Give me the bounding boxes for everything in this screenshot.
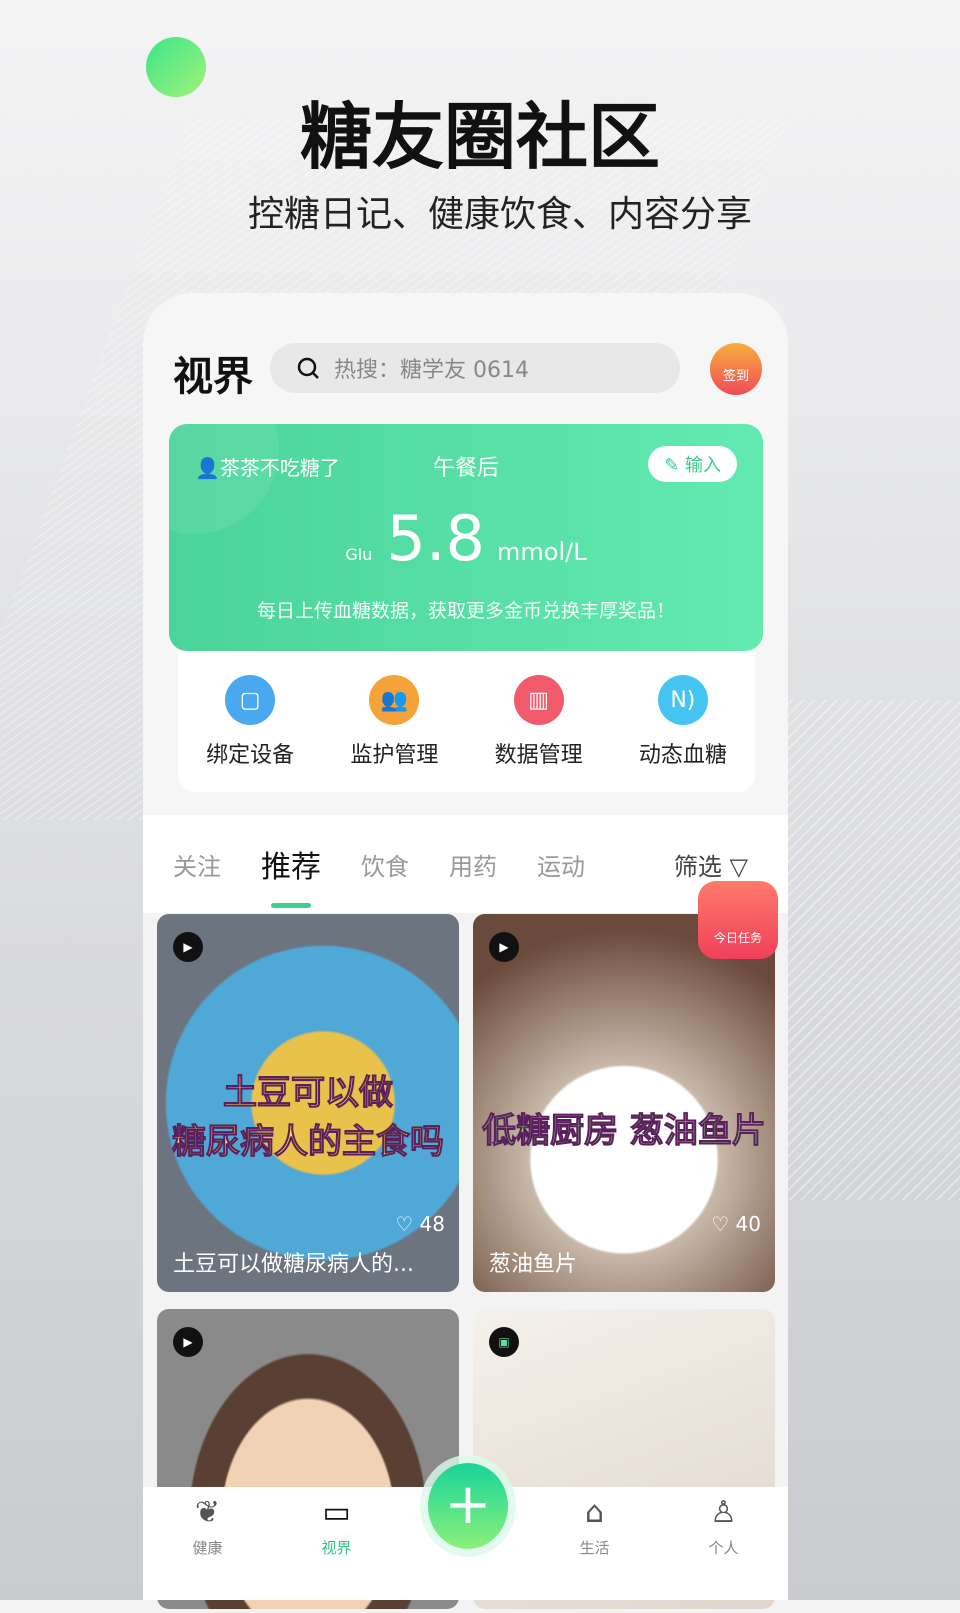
phone-screen: 视界 热搜：糖学友 0614 签到 👤茶茶不吃糖了 午餐后 ✎ 输入 Glu 5.… bbox=[143, 293, 788, 1613]
device-icon: ▢ bbox=[225, 675, 276, 725]
daily-task-button[interactable]: 今日任务 bbox=[698, 881, 778, 959]
plus-icon: + bbox=[444, 1472, 492, 1537]
user-icon: 👤 bbox=[195, 456, 220, 480]
pencil-icon: ✎ bbox=[664, 455, 685, 476]
image-icon: ▣ bbox=[489, 1327, 519, 1357]
heart-icon: ♡ bbox=[395, 1212, 420, 1236]
nav-health[interactable]: ❦ 健康 bbox=[158, 1495, 258, 1600]
nfc-icon: N) bbox=[657, 675, 708, 725]
shop-icon: ⌂ bbox=[584, 1495, 605, 1530]
like-value: 40 bbox=[735, 1212, 761, 1236]
heart-icon: ♡ bbox=[711, 1212, 736, 1236]
filter-label: 筛选 bbox=[673, 852, 722, 881]
quick-label: 动态血糖 bbox=[638, 743, 727, 768]
quick-data[interactable]: ▥ 数据管理 bbox=[474, 675, 604, 792]
users-icon: 👥 bbox=[369, 675, 420, 725]
sign-in-label: 签到 bbox=[722, 369, 749, 384]
add-post-button[interactable]: + bbox=[428, 1463, 508, 1549]
glu-drop-icon: Glu bbox=[345, 545, 373, 564]
nav-label: 个人 bbox=[708, 1539, 739, 1557]
glucose-card: 👤茶茶不吃糖了 午餐后 ✎ 输入 Glu 5.8 mmol/L 每日上传血糖数据，获… bbox=[169, 424, 763, 651]
input-label: 输入 bbox=[685, 455, 721, 476]
task-label: 今日任务 bbox=[713, 931, 762, 945]
tab-follow[interactable]: 关注 bbox=[173, 847, 221, 882]
quick-monitor[interactable]: 👥 监护管理 bbox=[329, 675, 459, 792]
quick-bind-device[interactable]: ▢ 绑定设备 bbox=[185, 675, 315, 792]
glucose-unit: mmol/L bbox=[497, 538, 587, 566]
promo-title: 糖友圈社区 bbox=[299, 95, 660, 179]
quick-label: 绑定设备 bbox=[206, 743, 295, 768]
quick-label: 监护管理 bbox=[350, 743, 439, 768]
filter-icon: ▽ bbox=[729, 852, 748, 881]
glucose-value: 5.8 bbox=[386, 502, 485, 575]
post-overlay-text: 土豆可以做 糖尿病人的主食吗 bbox=[172, 1073, 445, 1163]
user-name: 👤茶茶不吃糖了 bbox=[195, 452, 340, 481]
tab-recommend[interactable]: 推荐 bbox=[261, 842, 321, 908]
glucose-reading: Glu 5.8 mmol/L bbox=[169, 502, 763, 575]
quick-cgm[interactable]: N) 动态血糖 bbox=[618, 675, 748, 792]
filter-button[interactable]: 筛选 ▽ bbox=[674, 847, 748, 882]
post-caption: 葱油鱼片 bbox=[489, 1252, 578, 1277]
nav-label: 视界 bbox=[321, 1539, 352, 1557]
post-card[interactable]: ▶ 土豆可以做 糖尿病人的主食吗 ♡ 48 土豆可以做糖尿病人的... bbox=[157, 914, 459, 1292]
search-placeholder: 热搜：糖学友 0614 bbox=[334, 358, 529, 383]
feed-tabs: 关注 推荐 饮食 用药 运动 筛选 ▽ bbox=[143, 815, 788, 913]
nav-me[interactable]: ♙ 个人 bbox=[674, 1495, 774, 1600]
nav-life[interactable]: ⌂ 生活 bbox=[545, 1495, 645, 1600]
play-icon: ▶ bbox=[173, 1327, 203, 1357]
play-icon: ▶ bbox=[173, 932, 203, 962]
tab-diet[interactable]: 饮食 bbox=[361, 847, 409, 882]
like-value: 48 bbox=[419, 1212, 445, 1236]
tab-medicine[interactable]: 用药 bbox=[449, 847, 497, 882]
nav-vision[interactable]: ▭ 视界 bbox=[287, 1495, 387, 1600]
quick-label: 数据管理 bbox=[494, 743, 583, 768]
glucose-tip: 每日上传血糖数据，获取更多金币兑换丰厚奖品！ bbox=[256, 600, 675, 622]
person-icon: ♙ bbox=[710, 1495, 737, 1530]
search-icon bbox=[297, 357, 319, 379]
post-overlay-text: 低糖厨房 葱油鱼片 bbox=[482, 1111, 767, 1152]
nav-label: 健康 bbox=[192, 1539, 223, 1557]
post-caption: 土豆可以做糖尿病人的... bbox=[173, 1252, 414, 1277]
play-icon: ▶ bbox=[489, 932, 519, 962]
quick-actions: ▢ 绑定设备 👥 监护管理 ▥ 数据管理 N) 动态血糖 bbox=[178, 651, 755, 792]
page-title: 视界 bbox=[173, 354, 253, 400]
like-count[interactable]: ♡ 40 bbox=[711, 1212, 761, 1236]
video-camera-icon: ▭ bbox=[322, 1495, 351, 1530]
search-input[interactable]: 热搜：糖学友 0614 bbox=[270, 343, 680, 393]
header: 视界 热搜：糖学友 0614 签到 bbox=[143, 340, 788, 400]
like-count[interactable]: ♡ 48 bbox=[395, 1212, 445, 1236]
leaf-icon: ❦ bbox=[194, 1495, 221, 1530]
input-button[interactable]: ✎ 输入 bbox=[648, 446, 737, 482]
promo-subtitle: 控糖日记、健康饮食、内容分享 bbox=[247, 194, 752, 235]
sign-in-button[interactable]: 签到 bbox=[710, 343, 762, 395]
user-name-text: 茶茶不吃糖了 bbox=[219, 456, 340, 480]
chart-icon: ▥ bbox=[513, 675, 564, 725]
meal-label: 午餐后 bbox=[433, 456, 500, 481]
nav-label: 生活 bbox=[579, 1539, 610, 1557]
post-card[interactable]: ▶ 低糖厨房 葱油鱼片 ♡ 40 葱油鱼片 bbox=[473, 914, 775, 1292]
tab-exercise[interactable]: 运动 bbox=[537, 847, 585, 882]
